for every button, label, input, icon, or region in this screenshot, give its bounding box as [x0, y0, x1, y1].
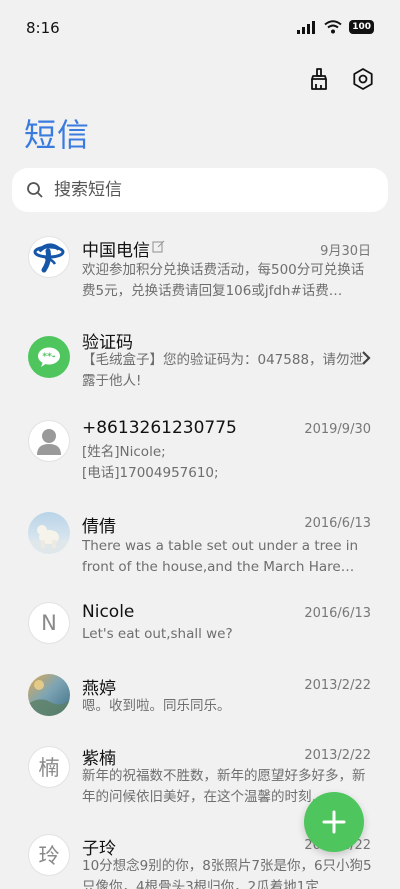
- top-actions: [306, 66, 376, 92]
- conversation-date: 2013/2/22: [304, 748, 371, 763]
- conversation-preview: There was a table set out under a tree i…: [82, 538, 359, 575]
- settings-hexagon-icon[interactable]: [350, 66, 376, 92]
- avatar: N: [28, 602, 70, 644]
- landscape-photo: [28, 674, 70, 716]
- verification-code-icon: **-: [28, 336, 70, 378]
- conversation-preview: Let's eat out,shall we?: [82, 626, 233, 642]
- china-telecom-logo-icon: [28, 236, 70, 278]
- conversation-name: 中国电信: [82, 241, 150, 261]
- conversation-date: 2016/6/13: [304, 606, 371, 621]
- conversation-item[interactable]: **- 验证码 【毛绒盒子】您的验证码为：047588，请勿泄露于他人!: [0, 318, 400, 406]
- chevron-right-icon: [362, 351, 371, 365]
- default-contact-icon: [28, 420, 70, 462]
- edit-note-icon: [152, 240, 165, 253]
- conversation-name: 倩倩: [82, 517, 116, 537]
- clean-brush-icon[interactable]: [306, 66, 332, 92]
- signal-icon: [297, 20, 316, 34]
- conversation-item[interactable]: 倩倩 2016/6/13 There was a table set out u…: [0, 506, 400, 594]
- svg-text:**-: **-: [42, 352, 55, 362]
- polar-bear-photo: [28, 512, 70, 554]
- new-message-button[interactable]: [304, 792, 364, 852]
- conversation-name: +8613261230775: [82, 418, 237, 438]
- avatar: 玲: [28, 834, 70, 876]
- page-title: 短信: [24, 116, 91, 154]
- conversation-preview: 欢迎参加积分兑换话费活动，每500分可兑换话费5元，兑换话费请回复106或jfd…: [82, 262, 365, 299]
- status-bar: 8:16 100: [0, 0, 400, 56]
- conversation-date: 2013/2/22: [304, 678, 371, 693]
- conversation-preview: 【毛绒盒子】您的验证码为：047588，请勿泄露于他人!: [82, 352, 364, 389]
- conversation-item[interactable]: 中国电信 9月30日 欢迎参加积分兑换话费活动，每500分可兑换话费5元，兑换话…: [0, 222, 400, 310]
- wifi-icon: [324, 20, 342, 34]
- status-icons: 100: [297, 20, 374, 34]
- conversation-date: 2019/9/30: [304, 422, 371, 437]
- plus-icon: [322, 810, 346, 834]
- conversation-date: 9月30日: [320, 244, 371, 259]
- search-bar[interactable]: [12, 168, 388, 212]
- conversation-name: Nicole: [82, 602, 135, 622]
- battery-icon: 100: [349, 20, 374, 34]
- conversation-preview: [姓名]Nicole; [电话]17004957610;: [82, 444, 219, 481]
- avatar: 楠: [28, 746, 70, 788]
- conversation-preview: 嗯。收到啦。同乐同乐。: [82, 698, 231, 714]
- conversation-item[interactable]: +8613261230775 2019/9/30 [姓名]Nicole; [电话…: [0, 412, 400, 500]
- conversation-preview: 10分想念9别的你，8张照片7张是你，6只小狗5只像你，4根骨头3根归你，2瓜着…: [82, 858, 372, 889]
- search-input[interactable]: [54, 180, 354, 200]
- status-time: 8:16: [26, 19, 60, 37]
- conversation-date: 2016/6/13: [304, 516, 371, 531]
- search-icon: [27, 182, 43, 198]
